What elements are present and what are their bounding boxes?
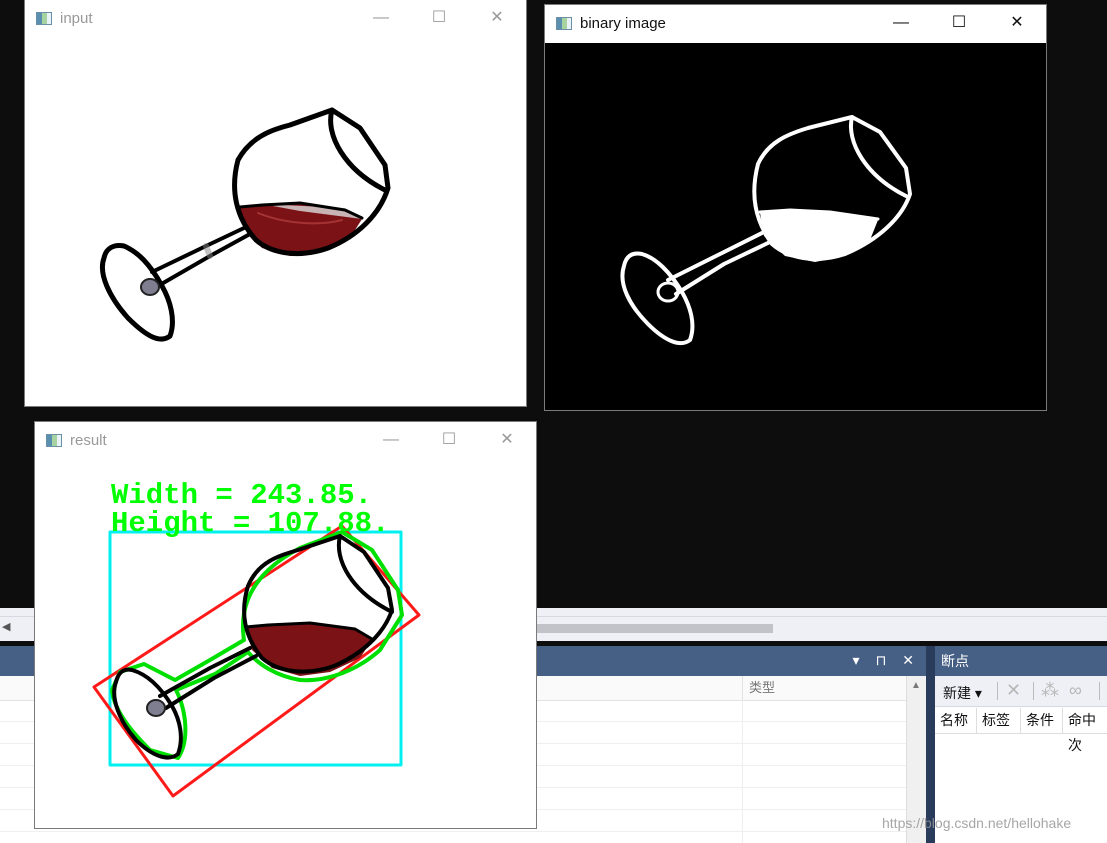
- ide-panel-splitter[interactable]: [926, 646, 935, 843]
- column-label[interactable]: 标签: [977, 708, 1021, 733]
- maximize-button[interactable]: ☐: [410, 0, 468, 38]
- result-window: result — ☐ ✕ Width = 243.85. Height = 10…: [35, 422, 536, 828]
- breakpoint-toggle-icon[interactable]: ∞: [1069, 680, 1082, 701]
- delete-icon[interactable]: ✕: [1006, 680, 1021, 701]
- column-name[interactable]: 名称: [935, 708, 977, 733]
- minimize-button[interactable]: —: [872, 5, 930, 43]
- breakpoints-column-headers: 名称 标签 条件 命中次: [935, 708, 1107, 753]
- maximize-button[interactable]: ☐: [420, 422, 478, 460]
- result-titlebar[interactable]: result — ☐ ✕: [35, 422, 536, 460]
- column-hit-count[interactable]: 命中次: [1063, 708, 1107, 753]
- input-titlebar[interactable]: input — ☐ ✕: [25, 0, 526, 38]
- column-condition[interactable]: 条件: [1021, 708, 1063, 733]
- toolbar-separator: [997, 682, 998, 700]
- column-type-header[interactable]: 类型: [742, 676, 775, 700]
- result-image: Width = 243.85. Height = 107.88.: [35, 460, 536, 828]
- new-breakpoint-button[interactable]: 新建 ▾: [943, 683, 982, 703]
- grid-column-divider: [742, 700, 743, 843]
- window-title: result: [70, 432, 107, 449]
- toolbar-separator: [1033, 682, 1034, 700]
- breakpoints-title: 断点: [935, 646, 1107, 676]
- app-icon: [556, 17, 572, 30]
- scroll-left-arrow-icon[interactable]: ◀: [2, 620, 10, 633]
- panel-controls[interactable]: ▾ ⊓ ✕: [853, 652, 920, 669]
- minimize-button[interactable]: —: [362, 422, 420, 460]
- breakpoints-panel: 断点 新建 ▾ ✕ ⁂ ∞ 名称 标签 条件 命中次: [935, 646, 1107, 843]
- binary-image: [545, 43, 1046, 410]
- toolbar-separator: [1099, 682, 1100, 700]
- input-window: input — ☐ ✕: [25, 0, 526, 406]
- input-image: [25, 38, 526, 406]
- binary-titlebar[interactable]: binary image — ☐ ✕: [545, 5, 1046, 43]
- watermark: https://blog.csdn.net/hellohake: [882, 815, 1072, 831]
- app-icon: [46, 434, 62, 447]
- close-button[interactable]: ✕: [988, 5, 1046, 43]
- window-title: input: [60, 10, 93, 27]
- app-icon: [36, 12, 52, 25]
- minimize-button[interactable]: —: [352, 0, 410, 38]
- breakpoints-toolbar: 新建 ▾ ✕ ⁂ ∞: [935, 676, 1107, 707]
- scrollbar-thumb[interactable]: [537, 624, 773, 633]
- breakpoint-group-icon[interactable]: ⁂: [1041, 680, 1059, 701]
- close-button[interactable]: ✕: [468, 0, 526, 38]
- scroll-up-arrow-icon[interactable]: ▲: [911, 680, 921, 691]
- window-title: binary image: [580, 15, 666, 32]
- binary-image-window: binary image — ☐ ✕: [545, 5, 1046, 410]
- maximize-button[interactable]: ☐: [930, 5, 988, 43]
- close-button[interactable]: ✕: [478, 422, 536, 460]
- height-measurement-text: Height = 107.88.: [111, 507, 389, 540]
